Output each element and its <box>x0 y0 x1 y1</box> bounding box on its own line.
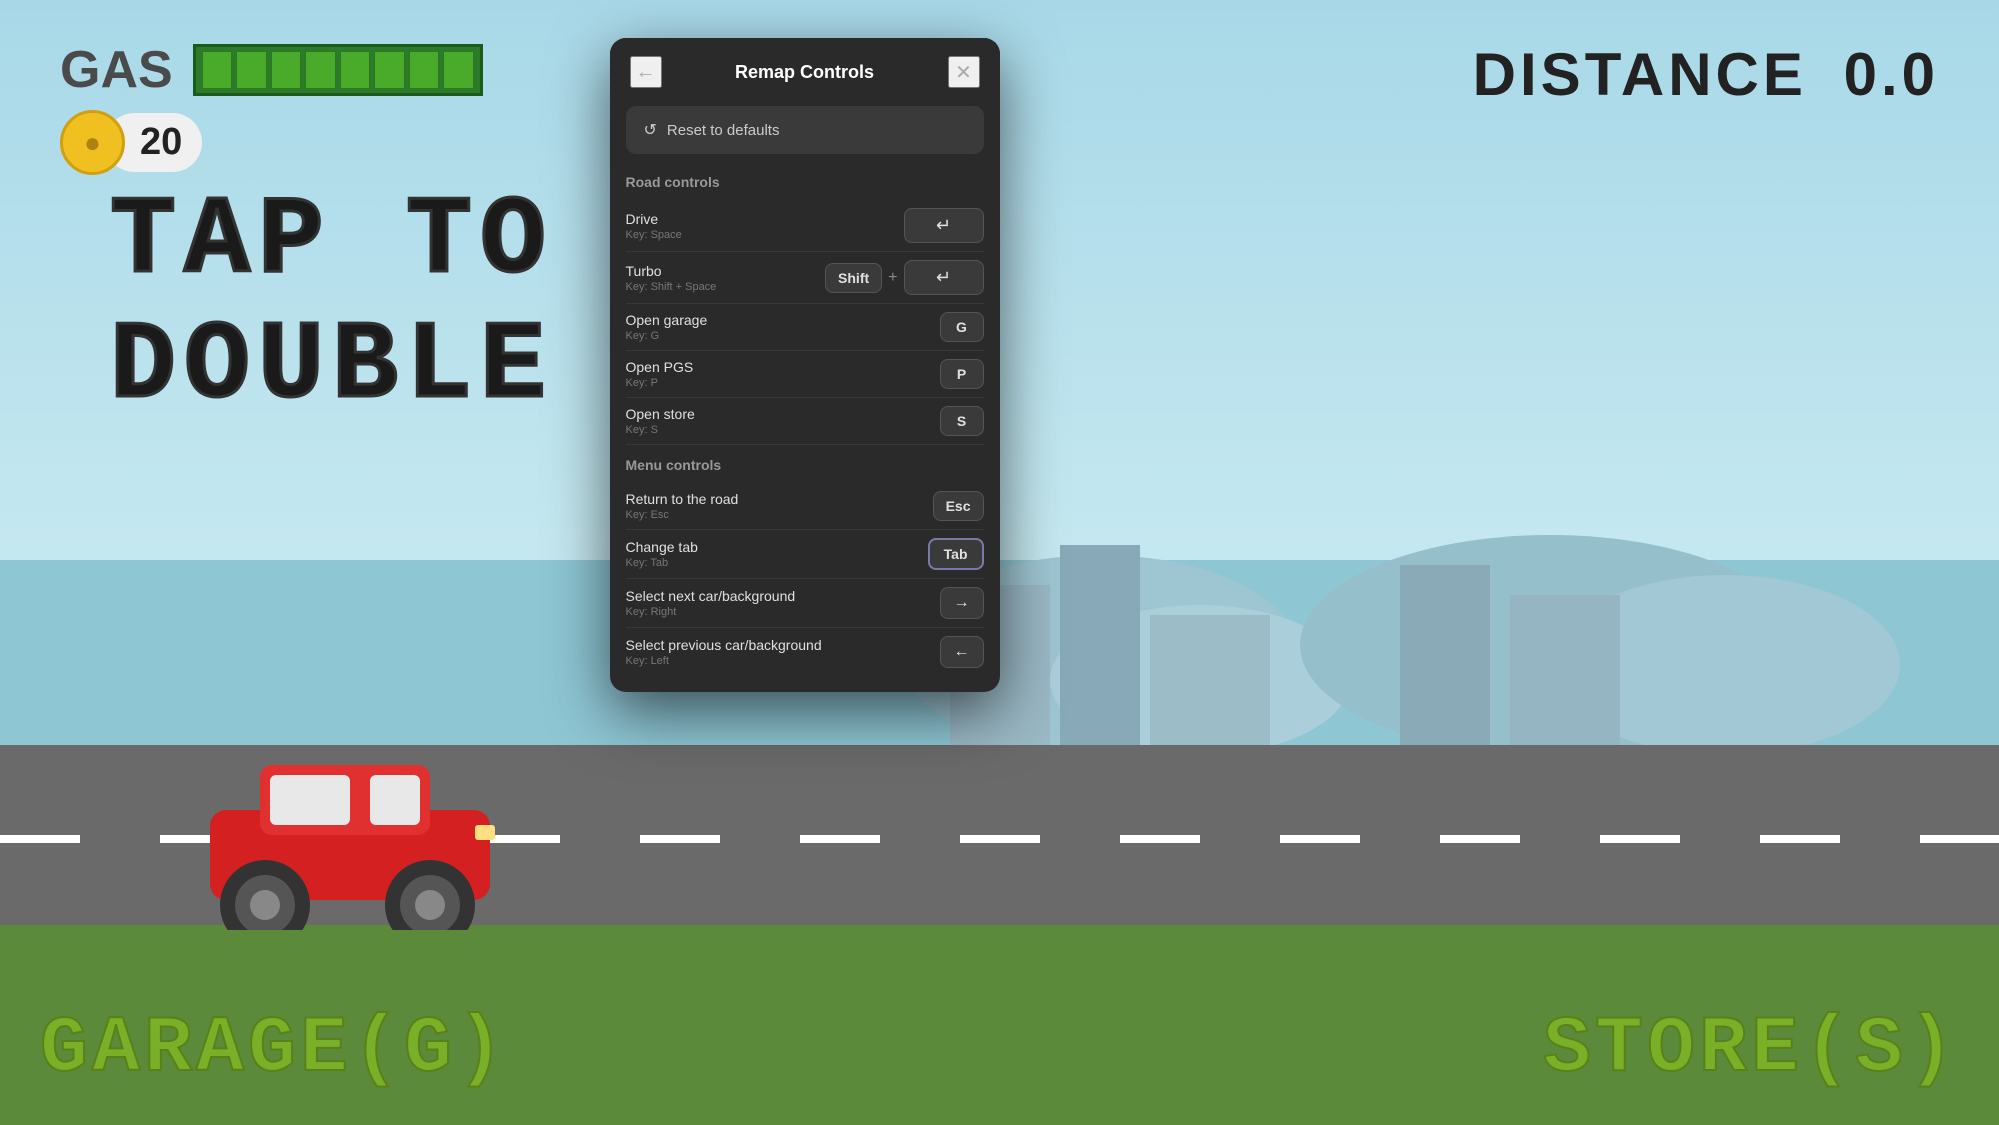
modal-header: ← Remap Controls ✕ <box>610 38 1000 106</box>
hud-coins: ● 20 <box>60 110 202 175</box>
modal-back-button[interactable]: ← <box>630 56 662 88</box>
coin-icon: ● <box>60 110 125 175</box>
change-tab-info: Change tab Key: Tab <box>626 539 698 569</box>
return-road-key-button[interactable]: Esc <box>933 491 984 521</box>
open-store-info: Open store Key: S <box>626 406 695 436</box>
building-2 <box>1060 545 1140 745</box>
turbo-key-hint: Key: Shift + Space <box>626 281 717 293</box>
open-store-control-row: Open store Key: S S <box>626 398 984 445</box>
gas-seg-2 <box>236 51 267 89</box>
prev-car-keys: ← <box>940 636 984 668</box>
gas-bar <box>193 44 483 96</box>
drive-control-row: Drive Key: Space ↵ <box>626 200 984 252</box>
open-garage-keys: G <box>940 312 984 342</box>
building-3 <box>1150 615 1270 745</box>
hud-distance: DISTANCE 0.0 <box>1473 40 1939 109</box>
change-tab-name: Change tab <box>626 539 698 555</box>
open-pgs-info: Open PGS Key: P <box>626 359 694 389</box>
gas-seg-3 <box>271 51 302 89</box>
reset-to-defaults-button[interactable]: ↺ Reset to defaults <box>626 106 984 154</box>
open-garage-control-row: Open garage Key: G G <box>626 304 984 351</box>
turbo-name: Turbo <box>626 263 717 279</box>
next-car-name: Select next car/background <box>626 588 796 604</box>
back-arrow-icon: ← <box>636 61 656 84</box>
store-label: STORE(S) <box>1543 1004 1959 1095</box>
return-road-control-row: Return to the road Key: Esc Esc <box>626 483 984 530</box>
turbo-plus: + <box>888 269 897 287</box>
gas-seg-4 <box>305 51 336 89</box>
hud-gas: GAS <box>60 40 483 100</box>
remap-controls-modal: ← Remap Controls ✕ ↺ Reset to defaults R… <box>610 38 1000 692</box>
prev-car-key-button[interactable]: ← <box>940 636 984 668</box>
turbo-control-row: Turbo Key: Shift + Space Shift + ↵ <box>626 252 984 304</box>
return-road-name: Return to the road <box>626 491 739 507</box>
drive-key-hint: Key: Space <box>626 229 682 241</box>
open-garage-name: Open garage <box>626 312 708 328</box>
open-pgs-key-button[interactable]: P <box>940 359 984 389</box>
car <box>180 710 520 935</box>
drive-keys: ↵ <box>904 208 984 243</box>
close-icon: ✕ <box>955 60 972 85</box>
drive-key-button[interactable]: ↵ <box>904 208 984 243</box>
building-5 <box>1510 595 1620 745</box>
turbo-info: Turbo Key: Shift + Space <box>626 263 717 293</box>
next-car-key-hint: Key: Right <box>626 606 796 618</box>
prev-car-info: Select previous car/background Key: Left <box>626 637 822 667</box>
open-store-keys: S <box>940 406 984 436</box>
modal-close-button[interactable]: ✕ <box>948 56 980 88</box>
turbo-shift-key-button[interactable]: Shift <box>825 263 882 293</box>
open-pgs-name: Open PGS <box>626 359 694 375</box>
gas-seg-5 <box>340 51 371 89</box>
next-car-key-button[interactable]: → <box>940 587 984 619</box>
next-car-keys: → <box>940 587 984 619</box>
open-store-key-hint: Key: S <box>626 424 695 436</box>
road-controls-section-title: Road controls <box>626 174 984 190</box>
return-road-info: Return to the road Key: Esc <box>626 491 739 521</box>
turbo-keys: Shift + ↵ <box>825 260 983 295</box>
open-garage-info: Open garage Key: G <box>626 312 708 342</box>
next-car-info: Select next car/background Key: Right <box>626 588 796 618</box>
reset-icon: ↺ <box>644 120 657 140</box>
open-garage-key-hint: Key: G <box>626 330 708 342</box>
reset-label: Reset to defaults <box>667 122 780 139</box>
turbo-space-key-button[interactable]: ↵ <box>904 260 984 295</box>
drive-info: Drive Key: Space <box>626 211 682 241</box>
change-tab-key-hint: Key: Tab <box>626 557 698 569</box>
modal-title: Remap Controls <box>735 62 874 83</box>
gas-seg-6 <box>374 51 405 89</box>
open-store-name: Open store <box>626 406 695 422</box>
gas-seg-7 <box>409 51 440 89</box>
menu-controls-section-title: Menu controls <box>626 457 984 473</box>
prev-car-key-hint: Key: Left <box>626 655 822 667</box>
distance-label: DISTANCE <box>1473 41 1807 108</box>
next-car-control-row: Select next car/background Key: Right → <box>626 579 984 628</box>
gas-seg-8 <box>443 51 474 89</box>
building-4 <box>1400 565 1490 745</box>
modal-body: Road controls Drive Key: Space ↵ Turbo K… <box>610 170 1000 692</box>
garage-label: GARAGE(G) <box>40 1004 508 1095</box>
gas-seg-1 <box>202 51 233 89</box>
prev-car-control-row: Select previous car/background Key: Left… <box>626 628 984 676</box>
open-store-key-button[interactable]: S <box>940 406 984 436</box>
change-tab-control-row: Change tab Key: Tab Tab <box>626 530 984 579</box>
open-pgs-keys: P <box>940 359 984 389</box>
return-road-keys: Esc <box>933 491 984 521</box>
open-pgs-control-row: Open PGS Key: P P <box>626 351 984 398</box>
distance-value: 0.0 <box>1844 41 1939 108</box>
open-garage-key-button[interactable]: G <box>940 312 984 342</box>
open-pgs-key-hint: Key: P <box>626 377 694 389</box>
return-road-key-hint: Key: Esc <box>626 509 739 521</box>
prev-car-name: Select previous car/background <box>626 637 822 653</box>
gas-label: GAS <box>60 40 173 100</box>
game-background <box>0 0 1999 1125</box>
change-tab-keys: Tab <box>928 538 984 570</box>
drive-name: Drive <box>626 211 682 227</box>
change-tab-key-button[interactable]: Tab <box>928 538 984 570</box>
